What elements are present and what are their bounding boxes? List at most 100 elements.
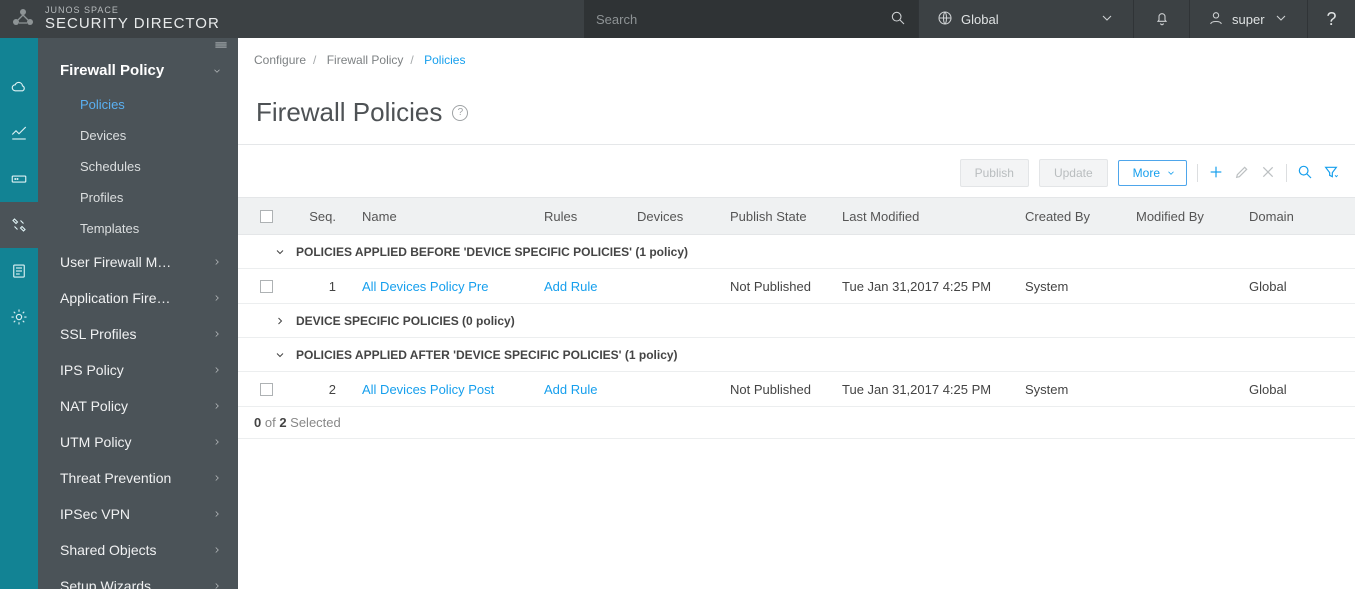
col-modifiedby[interactable]: Modified By (1128, 209, 1241, 224)
sidebar-group-firewall-policy[interactable]: Firewall Policy (38, 52, 238, 89)
rail-item-dashboard[interactable] (0, 64, 38, 110)
cell-seq: 1 (294, 279, 354, 294)
sidebar-sub-label: Devices (80, 128, 126, 143)
chevron-right-icon (212, 545, 222, 555)
table-row[interactable]: 1 All Devices Policy Pre Add Rule Not Pu… (238, 269, 1355, 304)
cell-seq: 2 (294, 382, 354, 397)
sidebar-sub-devices[interactable]: Devices (38, 120, 238, 151)
policy-link[interactable]: All Devices Policy Pre (362, 279, 488, 294)
sidebar-item-shared-objects[interactable]: Shared Objects (38, 532, 238, 568)
sidebar-sub-templates[interactable]: Templates (38, 213, 238, 244)
edit-button[interactable] (1234, 164, 1250, 183)
rail-item-devices[interactable] (0, 156, 38, 202)
chevron-right-icon (212, 329, 222, 339)
search-input[interactable] (596, 12, 890, 27)
add-button[interactable] (1208, 164, 1224, 183)
cell-domain: Global (1241, 279, 1355, 294)
col-seq[interactable]: Seq. (294, 209, 354, 224)
more-label: More (1133, 166, 1160, 180)
col-name[interactable]: Name (354, 209, 536, 224)
chevron-right-icon (212, 509, 222, 519)
sidebar-item-ips-policy[interactable]: IPS Policy (38, 352, 238, 388)
table-header: Seq. Name Rules Devices Publish State La… (238, 197, 1355, 235)
table-row[interactable]: 2 All Devices Policy Post Add Rule Not P… (238, 372, 1355, 407)
sidebar-sub-label: Policies (80, 97, 125, 112)
sidebar-item-app-firewall[interactable]: Application Fire… (38, 280, 238, 316)
user-menu[interactable]: super (1189, 0, 1307, 38)
col-modified[interactable]: Last Modified (834, 209, 1017, 224)
policy-link[interactable]: All Devices Policy Post (362, 382, 494, 397)
cloud-icon (10, 78, 28, 96)
row-checkbox[interactable] (260, 280, 273, 293)
scope-selector[interactable]: Global (918, 0, 1133, 38)
help-button[interactable]: ? (1307, 0, 1355, 38)
sidebar-sub-policies[interactable]: Policies (38, 89, 238, 120)
sidebar-sub-label: Schedules (80, 159, 141, 174)
reports-icon (10, 262, 28, 280)
sidebar-item-label: IPSec VPN (60, 506, 130, 522)
sidebar-item-user-firewall[interactable]: User Firewall M… (38, 244, 238, 280)
rail-item-configure[interactable] (0, 202, 38, 248)
filter-button[interactable] (1323, 164, 1339, 183)
sidebar-item-label: NAT Policy (60, 398, 128, 414)
sidebar-item-ipsec-vpn[interactable]: IPSec VPN (38, 496, 238, 532)
brand: JUNOS SPACE SECURITY DIRECTOR (0, 6, 238, 32)
cell-createdby: System (1017, 279, 1128, 294)
col-domain[interactable]: Domain (1241, 209, 1355, 224)
cell-publish: Not Published (722, 382, 834, 397)
update-button[interactable]: Update (1039, 159, 1108, 187)
select-all-checkbox[interactable] (260, 210, 273, 223)
search-icon[interactable] (890, 10, 906, 29)
row-checkbox[interactable] (260, 383, 273, 396)
add-rule-link[interactable]: Add Rule (544, 279, 597, 294)
more-button[interactable]: More (1118, 160, 1187, 186)
chevron-down-icon (274, 246, 286, 258)
chevron-right-icon (274, 315, 286, 327)
notifications-button[interactable] (1133, 0, 1189, 38)
add-rule-link[interactable]: Add Rule (544, 382, 597, 397)
cell-publish: Not Published (722, 279, 834, 294)
cell-modified: Tue Jan 31,2017 4:25 PM (834, 279, 1017, 294)
sidebar-sub-label: Templates (80, 221, 139, 236)
group-device-specific[interactable]: DEVICE SPECIFIC POLICIES (0 policy) (238, 304, 1355, 338)
user-icon (1208, 10, 1224, 29)
selection-footer: 0 of 2 Selected (238, 407, 1355, 439)
sidebar-item-utm-policy[interactable]: UTM Policy (38, 424, 238, 460)
crumb-configure[interactable]: Configure (254, 53, 306, 67)
group-after[interactable]: POLICIES APPLIED AFTER 'DEVICE SPECIFIC … (238, 338, 1355, 372)
page-header: Firewall Policies ? (238, 83, 1355, 145)
globe-icon (937, 10, 953, 29)
sidebar-sub-profiles[interactable]: Profiles (38, 182, 238, 213)
table-search-button[interactable] (1297, 164, 1313, 183)
sidebar-collapse-toggle[interactable] (38, 38, 238, 52)
rail-item-admin[interactable] (0, 294, 38, 340)
sidebar-item-setup-wizards[interactable]: Setup Wizards (38, 568, 238, 589)
global-search[interactable] (584, 0, 918, 38)
chevron-down-icon (212, 66, 222, 76)
monitor-icon (10, 124, 28, 142)
sidebar-sub-label: Profiles (80, 190, 123, 205)
rail-item-reports[interactable] (0, 248, 38, 294)
rail-item-monitor[interactable] (0, 110, 38, 156)
crumb-firewall-policy[interactable]: Firewall Policy (327, 53, 404, 67)
col-rules[interactable]: Rules (536, 209, 629, 224)
gear-icon (10, 308, 28, 326)
devices-icon (10, 170, 28, 188)
col-devices[interactable]: Devices (629, 209, 722, 224)
delete-button[interactable] (1260, 164, 1276, 183)
chevron-down-icon (1273, 10, 1289, 29)
chevron-down-icon (274, 349, 286, 361)
cell-modified: Tue Jan 31,2017 4:25 PM (834, 382, 1017, 397)
col-publish[interactable]: Publish State (722, 209, 834, 224)
page-title: Firewall Policies (256, 97, 442, 128)
sidebar-sub-schedules[interactable]: Schedules (38, 151, 238, 182)
publish-button[interactable]: Publish (960, 159, 1029, 187)
col-createdby[interactable]: Created By (1017, 209, 1128, 224)
sidebar-item-nat-policy[interactable]: NAT Policy (38, 388, 238, 424)
group-label: POLICIES APPLIED AFTER 'DEVICE SPECIFIC … (296, 348, 678, 362)
help-icon[interactable]: ? (452, 105, 468, 121)
sidebar-item-threat-prevention[interactable]: Threat Prevention (38, 460, 238, 496)
group-before[interactable]: POLICIES APPLIED BEFORE 'DEVICE SPECIFIC… (238, 235, 1355, 269)
sidebar-item-ssl-profiles[interactable]: SSL Profiles (38, 316, 238, 352)
sidebar-item-label: Application Fire… (60, 290, 171, 306)
